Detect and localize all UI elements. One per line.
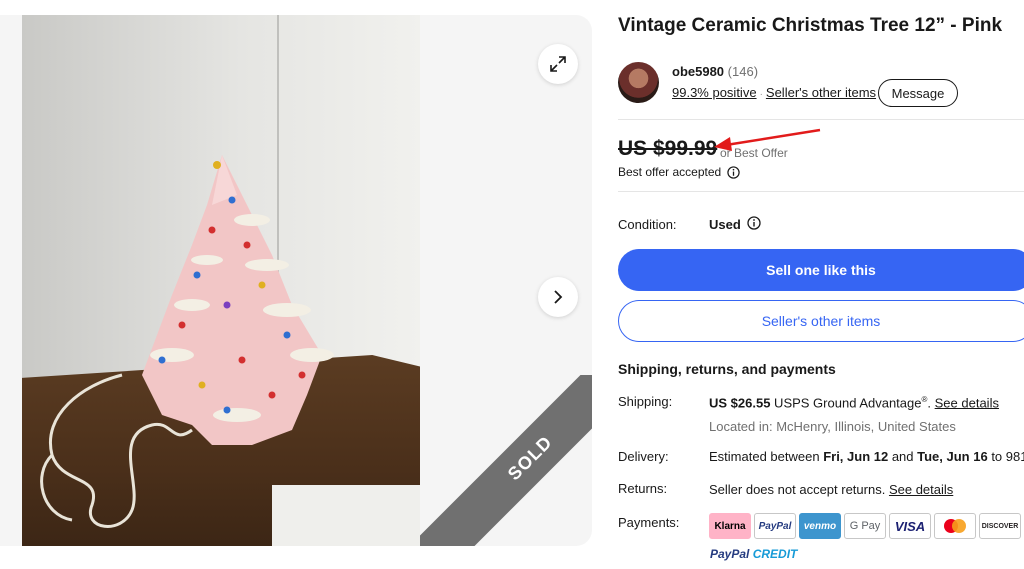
paypal-credit-logo: PayPal CREDIT	[710, 547, 797, 561]
seller-other-items-link[interactable]: Seller's other items	[766, 85, 876, 100]
condition-info-icon[interactable]	[747, 216, 761, 230]
listing-panel: Vintage Ceramic Christmas Tree 12” - Pin…	[618, 0, 1024, 569]
message-button[interactable]: Message	[878, 79, 958, 107]
payment-methods: Klarna PayPal venmo G Pay VISA DISCOVER	[709, 513, 1021, 539]
shipping-section-title: Shipping, returns, and payments	[618, 361, 836, 377]
klarna-icon: Klarna	[709, 513, 751, 539]
best-offer-accepted: Best offer accepted	[618, 165, 740, 179]
item-location: Located in: McHenry, Illinois, United St…	[709, 419, 956, 434]
mastercard-circles	[944, 519, 966, 533]
returns-see-details-link[interactable]: See details	[889, 482, 953, 497]
sold-ribbon: SOLD	[420, 375, 592, 546]
condition-value: Used	[709, 217, 741, 232]
seller-card: obe5980 (146) 99.3% positive · Seller's ot…	[618, 62, 1024, 118]
paypal-credit-credit: CREDIT	[752, 547, 798, 561]
divider	[618, 119, 1024, 120]
ceramic-tree-illustration	[40, 155, 334, 528]
price: US $99.99	[618, 137, 718, 160]
expand-image-button[interactable]	[538, 44, 578, 84]
sell-one-like-this-button[interactable]: Sell one like this	[618, 249, 1024, 291]
delivery-to: to 98115	[991, 449, 1024, 464]
red-arrow-annotation	[714, 128, 821, 151]
venmo-icon: venmo	[799, 513, 841, 539]
mastercard-icon	[934, 513, 976, 539]
delivery-value: Estimated between Fri, Jun 12 and Tue, J…	[709, 449, 1024, 464]
seller-positive-link[interactable]: 99.3% positive	[672, 85, 757, 100]
seller-links: 99.3% positive·Seller's other items·	[672, 85, 885, 100]
delivery-start: Fri, Jun 12	[823, 449, 889, 464]
returns-value: Seller does not accept returns. See deta…	[709, 482, 953, 497]
delivery-prefix: Estimated between	[709, 449, 824, 464]
shipping-see-details-link[interactable]: See details	[935, 395, 999, 410]
info-icon[interactable]	[726, 166, 740, 179]
delivery-label: Delivery:	[618, 449, 669, 464]
sold-band: SOLD	[420, 375, 592, 546]
shipping-label: Shipping:	[618, 394, 673, 409]
discover-icon: DISCOVER	[979, 513, 1021, 539]
separator-dot: ·	[759, 89, 763, 100]
shipping-cost: US $26.55	[709, 395, 771, 411]
next-image-button[interactable]	[538, 277, 578, 317]
seller-name[interactable]: obe5980	[672, 64, 724, 79]
shipping-period: .	[927, 395, 932, 411]
sold-label: SOLD	[503, 431, 556, 484]
best-offer-accepted-label: Best offer accepted	[618, 165, 722, 179]
delivery-end: Tue, Jun 16	[917, 449, 988, 464]
returns-text: Seller does not accept returns.	[709, 482, 886, 497]
returns-label: Returns:	[618, 481, 668, 496]
condition-label: Condition:	[618, 217, 677, 232]
seller-feedback-count: (146)	[727, 64, 759, 79]
expand-icon	[550, 56, 566, 72]
paypal-icon: PayPal	[754, 513, 796, 539]
delivery-and: and	[888, 449, 918, 464]
paypal-credit-paypal: PayPal	[710, 547, 753, 561]
listing-title: Vintage Ceramic Christmas Tree 12” - Pin…	[618, 15, 1003, 36]
seller-avatar[interactable]	[618, 62, 659, 103]
seller-name-line: obe5980 (146)	[672, 64, 758, 79]
product-photo[interactable]	[22, 15, 420, 546]
image-gallery: SOLD	[0, 15, 592, 546]
visa-icon: VISA	[889, 513, 931, 539]
google-pay-icon: G Pay	[844, 513, 886, 539]
payments-label: Payments:	[618, 515, 680, 530]
shipping-value: US $26.55 USPS Ground Advantage®. See de…	[709, 395, 999, 410]
sellers-other-items-button[interactable]: Seller's other items	[618, 300, 1024, 342]
divider	[618, 191, 1024, 192]
chevron-right-icon	[554, 290, 563, 304]
shipping-service: USPS Ground Advantage	[770, 395, 922, 411]
